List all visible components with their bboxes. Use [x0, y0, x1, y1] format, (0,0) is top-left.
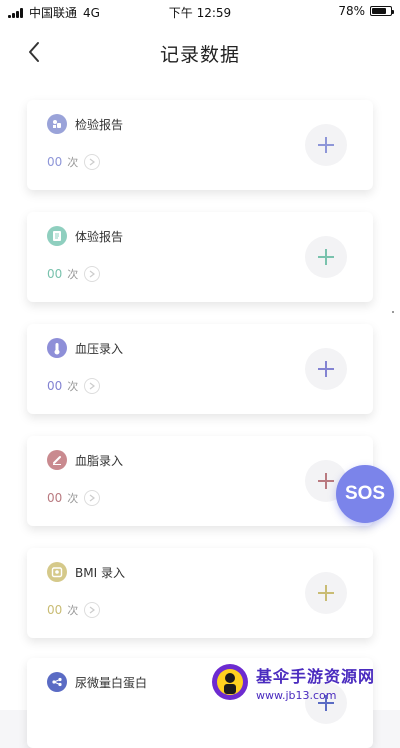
card-title: 体验报告	[75, 230, 124, 244]
count-unit: 次	[67, 604, 79, 617]
scale-icon	[47, 562, 67, 582]
add-button[interactable]	[305, 236, 347, 278]
watermark-title: 基伞手游资源网	[256, 666, 376, 686]
count-unit: 次	[67, 492, 79, 505]
document-icon	[47, 226, 67, 246]
record-card-bmi[interactable]: BMI 录入 00 次	[27, 548, 373, 638]
watermark-logo-icon	[212, 664, 248, 700]
record-card-lab-report[interactable]: 检验报告 00 次	[27, 100, 373, 190]
battery-percent: 78%	[338, 4, 365, 18]
record-count: 00	[47, 155, 63, 169]
count-unit: 次	[67, 156, 79, 169]
record-count: 00	[47, 491, 63, 505]
card-title: BMI 录入	[75, 566, 125, 580]
page-title: 记录数据	[159, 44, 240, 66]
sos-label: SOS	[344, 483, 386, 504]
plus-icon	[318, 473, 334, 489]
status-bar: 中国联通 4G 下午 12:59 78%	[0, 0, 400, 22]
nav-bar: 记录数据	[0, 22, 400, 82]
card-title: 血压录入	[75, 342, 124, 356]
record-card-blood-pressure[interactable]: 血压录入 00 次	[27, 324, 373, 414]
add-button[interactable]	[305, 348, 347, 390]
card-title: 血脂录入	[75, 454, 124, 468]
record-card-blood-lipid[interactable]: 血脂录入 00 次	[27, 436, 373, 526]
chevron-right-icon[interactable]	[84, 154, 101, 170]
pencil-icon	[47, 450, 67, 470]
add-button[interactable]	[305, 572, 347, 614]
plus-icon	[318, 361, 334, 377]
record-count: 00	[47, 603, 63, 617]
chevron-right-icon[interactable]	[84, 378, 101, 394]
card-title: 检验报告	[75, 118, 124, 132]
lab-report-icon	[47, 114, 67, 134]
record-card-exam-report[interactable]: 体验报告 00 次	[27, 212, 373, 302]
sos-button[interactable]: SOS	[336, 465, 394, 523]
battery-icon	[370, 6, 394, 16]
thermometer-icon	[47, 338, 67, 358]
record-count: 00	[47, 379, 63, 393]
plus-icon	[318, 249, 334, 265]
chevron-right-icon[interactable]	[84, 490, 101, 506]
watermark-url: www.jb13.com	[256, 688, 337, 702]
chevron-right-icon[interactable]	[84, 602, 101, 618]
record-list: 检验报告 00 次 体验报告 00 次 血压录入 00 次 血脂录入 00 次 …	[0, 82, 400, 748]
card-title: 尿微量白蛋白	[75, 676, 148, 690]
plus-icon	[318, 137, 334, 153]
add-button[interactable]	[305, 124, 347, 166]
record-count: 00	[47, 267, 63, 281]
count-unit: 次	[67, 268, 79, 281]
molecule-icon	[47, 672, 67, 692]
count-unit: 次	[67, 380, 79, 393]
site-watermark: 基伞手游资源网 www.jb13.com	[196, 654, 400, 710]
chevron-right-icon[interactable]	[84, 266, 101, 282]
plus-icon	[318, 585, 334, 601]
stray-dot	[392, 311, 394, 313]
